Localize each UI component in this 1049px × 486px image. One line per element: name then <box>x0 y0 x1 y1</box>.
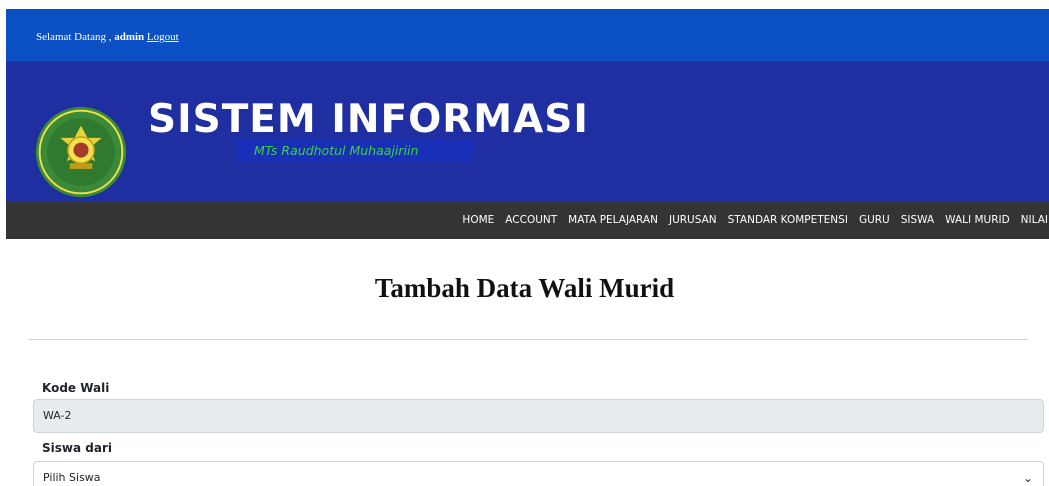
kode-wali-value: WA-2 <box>43 409 72 422</box>
siswa-select-value: Pilih Siswa <box>43 471 101 484</box>
username: admin <box>114 31 145 43</box>
chevron-down-icon: ⌄ <box>1022 471 1033 485</box>
page-title: Tambah Data Wali Murid <box>374 273 675 303</box>
nav-wali-murid[interactable]: WALI MURID <box>945 214 1010 226</box>
nav-guru[interactable]: GURU <box>859 214 890 226</box>
nav-mata-pelajaran[interactable]: MATA PELAJARAN <box>568 214 658 226</box>
header-banner: SISTEM INFORMASI MTs Raudhotul Muhaajiri… <box>6 61 1049 201</box>
nav-siswa[interactable]: SISWA <box>901 214 934 226</box>
welcome-text: Selamat Datang , <box>36 31 112 43</box>
siswa-dari-label: Siswa dari <box>42 441 112 455</box>
school-emblem-icon <box>35 106 127 198</box>
nav-home[interactable]: HOME <box>462 214 494 226</box>
logout-link[interactable]: Logout <box>147 31 179 43</box>
main-nav: HOME ACCOUNT MATA PELAJARAN JURUSAN STAN… <box>6 201 1049 239</box>
divider <box>29 339 1028 340</box>
nav-account[interactable]: ACCOUNT <box>505 214 557 226</box>
siswa-select[interactable]: Pilih Siswa ⌄ <box>33 461 1044 486</box>
kode-wali-input[interactable]: WA-2 <box>33 399 1044 433</box>
site-subtitle: MTs Raudhotul Muhaajiriin <box>236 140 474 161</box>
site-title: SISTEM INFORMASI <box>148 97 589 142</box>
welcome-bar: Selamat Datang , admin Logout <box>6 9 1049 61</box>
nav-jurusan[interactable]: JURUSAN <box>669 214 717 226</box>
nav-standar-kompetensi[interactable]: STANDAR KOMPETENSI <box>728 214 848 226</box>
kode-wali-label: Kode Wali <box>42 381 110 395</box>
nav-nilai[interactable]: NILAI <box>1021 214 1048 226</box>
